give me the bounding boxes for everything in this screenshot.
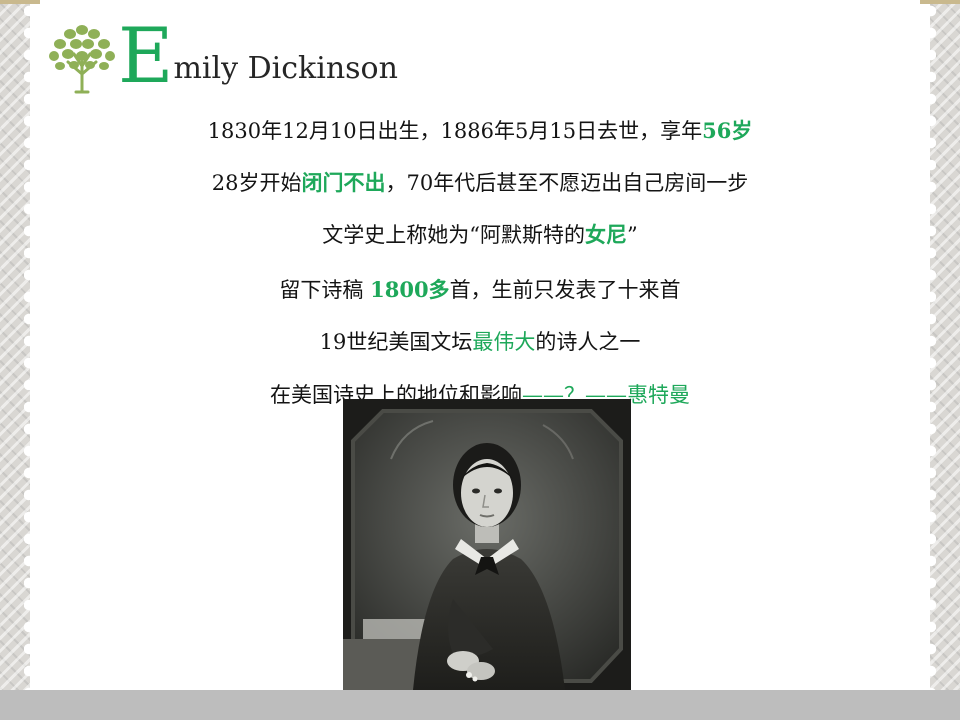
highlight-text: 女尼 [585, 222, 627, 247]
right-scallop-edge [926, 0, 936, 720]
fact-line-lifespan: 1830年12月10日出生，1886年5月15日去世，享年56岁 [30, 118, 930, 144]
line-text: 的诗人之一 [535, 330, 641, 354]
line-text: 留下诗稿 [279, 278, 371, 302]
highlight-text: 闭门不出 [301, 170, 386, 195]
line-text: ” [627, 223, 638, 247]
title-name: mily Dickinson [173, 51, 398, 86]
highlight-text: 最伟大 [472, 330, 536, 354]
fact-line-nickname: 文学史上称她为“阿默斯特的女尼” [30, 222, 930, 248]
line-text: ，70年代后甚至不愿迈出自己房间一步 [385, 171, 749, 195]
line-text: 19世纪美国文坛 [319, 330, 473, 354]
fact-line-greatest: 19世纪美国文坛最伟大的诗人之一 [30, 329, 930, 355]
portrait-photo [343, 399, 631, 690]
top-right-corner-accent [920, 0, 960, 4]
line-text: 首，生前只发表了十来首 [449, 278, 681, 302]
title-initial: E [118, 11, 174, 100]
line-text: 28岁开始 [211, 171, 302, 195]
line-text: 文学史上称她为“阿默斯特的 [322, 223, 585, 247]
line-text: 1830年12月10日出生，1886年5月15日去世，享年 [207, 119, 703, 143]
page-title: Emily Dickinson [118, 16, 398, 96]
left-scallop-edge [24, 0, 34, 720]
tree-icon [49, 25, 115, 94]
bottom-bar [0, 690, 960, 720]
highlight-text: 1800多 [370, 277, 450, 302]
fact-line-poems: 留下诗稿 1800多首，生前只发表了十来首 [30, 277, 930, 303]
fact-line-seclusion: 28岁开始闭门不出，70年代后甚至不愿迈出自己房间一步 [30, 170, 930, 196]
top-left-corner-accent [0, 0, 40, 4]
highlight-text: 56岁 [702, 118, 753, 143]
